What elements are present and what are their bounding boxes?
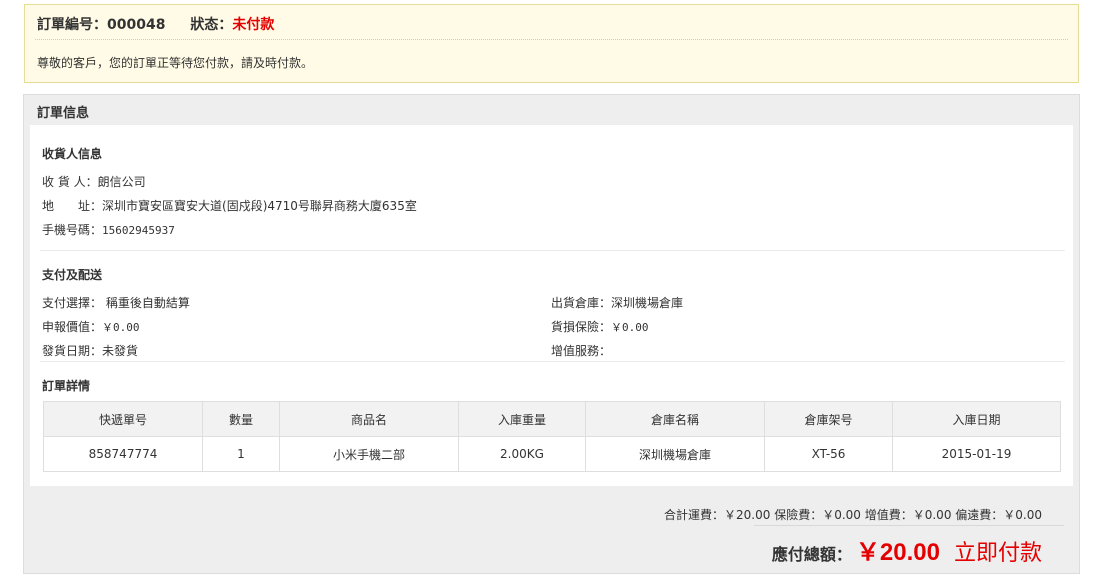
total-row: 應付總額： ￥20.00 立即付款 [772, 532, 1042, 567]
declared-value-row: 申報價值：￥0.00 [42, 318, 140, 335]
payment-reminder: 尊敬的客戶，您的訂單正等待您付款，請及時付款。 [37, 56, 314, 70]
pay-method-label: 支付選擇： [42, 296, 103, 310]
column-header-shelf: 倉庫架号 [764, 401, 893, 437]
order-number-label: 訂單編号： [37, 17, 107, 33]
status-value: 未付款 [232, 17, 275, 33]
insurance-row: 貨損保險：￥0.00 [551, 318, 649, 335]
receiver-address: 深圳市寶安區寶安大道(固戍段)4710号聯昇商務大廈635室 [102, 199, 417, 213]
details-section-title: 訂單詳情 [42, 379, 91, 393]
table-header-row: 快遞單号 數量 商品名 入庫重量 倉庫名稱 倉庫架号 入庫日期 [43, 401, 1061, 437]
column-header-date: 入庫日期 [892, 401, 1061, 437]
receiver-phone: 15602945937 [102, 224, 175, 237]
warehouse-name: 深圳機場倉庫 [585, 436, 765, 472]
ship-date-value: 未發貨 [102, 344, 139, 358]
order-header: 訂單編号：000048 狀态：未付款 [37, 14, 274, 34]
column-header-quantity: 數量 [202, 401, 280, 437]
product-name: 小米手機二部 [279, 436, 459, 472]
column-header-tracking: 快遞單号 [43, 401, 203, 437]
value-added-row: 增值服務： [551, 342, 611, 359]
declared-value-label: 申報價值： [42, 320, 103, 334]
status-label: 狀态： [190, 17, 233, 33]
ship-date-row: 發貨日期：未發貨 [42, 342, 138, 359]
receiver-name-row: 收 貨 人：朗信公司 [42, 173, 146, 190]
order-number: 000048 [107, 17, 166, 33]
total-amount: ￥20.00 [855, 539, 940, 566]
payment-section-title: 支付及配送 [42, 268, 103, 282]
section-divider [40, 361, 1065, 362]
receiver-name: 朗信公司 [97, 175, 146, 189]
inbound-weight: 2.00KG [458, 436, 586, 472]
warehouse-label: 出貨倉庫： [551, 296, 612, 310]
order-notice: 訂單編号：000048 狀态：未付款 尊敬的客戶，您的訂單正等待您付款，請及時付… [24, 4, 1079, 83]
insurance-value: ￥0.00 [611, 321, 649, 334]
pay-method-row: 支付選擇： 稱重後自動結算 [42, 294, 190, 311]
receiver-address-row: 地 址：深圳市寶安區寶安大道(固戍段)4710号聯昇商務大廈635室 [42, 197, 417, 214]
declared-value: ￥0.00 [102, 321, 140, 334]
panel-title: 訂單信息 [37, 106, 90, 121]
inbound-date: 2015-01-19 [892, 436, 1061, 472]
receiver-section-title: 收貨人信息 [42, 147, 103, 161]
receiver-address-label: 地 址： [42, 199, 103, 213]
totals-divider [754, 525, 1064, 526]
order-info-content: 收貨人信息 收 貨 人：朗信公司 地 址：深圳市寶安區寶安大道(固戍段)4710… [30, 125, 1073, 486]
pay-now-link[interactable]: 立即付款 [954, 535, 1042, 567]
order-details-table: 快遞單号 數量 商品名 入庫重量 倉庫名稱 倉庫架号 入庫日期 85874777… [43, 401, 1061, 472]
receiver-phone-row: 手機号碼：15602945937 [42, 221, 175, 238]
total-label: 應付總額： [771, 545, 852, 564]
warehouse-row: 出貨倉庫：深圳機場倉庫 [551, 294, 683, 311]
warehouse-value: 深圳機場倉庫 [611, 296, 684, 310]
ship-date-label: 發貨日期： [42, 344, 103, 358]
shelf-number: XT-56 [764, 436, 893, 472]
column-header-weight: 入庫重量 [458, 401, 586, 437]
insurance-label: 貨損保險： [551, 320, 612, 334]
pay-method-value: 稱重後自動結算 [105, 296, 190, 310]
receiver-name-label: 收 貨 人： [42, 175, 98, 189]
order-info-panel: 訂單信息 收貨人信息 收 貨 人：朗信公司 地 址：深圳市寶安區寶安大道(固戍段… [23, 94, 1080, 574]
column-header-product: 商品名 [279, 401, 459, 437]
notice-divider [35, 39, 1068, 40]
column-header-warehouse: 倉庫名稱 [585, 401, 765, 437]
fee-breakdown: 合計運費：￥20.00 保險費：￥0.00 增值費：￥0.00 偏遠費：￥0.0… [664, 508, 1042, 522]
tracking-number: 858747774 [43, 436, 203, 472]
table-row: 858747774 1 小米手機二部 2.00KG 深圳機場倉庫 XT-56 2… [43, 436, 1061, 472]
receiver-phone-label: 手機号碼： [42, 223, 103, 237]
quantity: 1 [202, 436, 280, 472]
section-divider [40, 250, 1065, 251]
value-added-label: 增值服務： [551, 344, 612, 358]
